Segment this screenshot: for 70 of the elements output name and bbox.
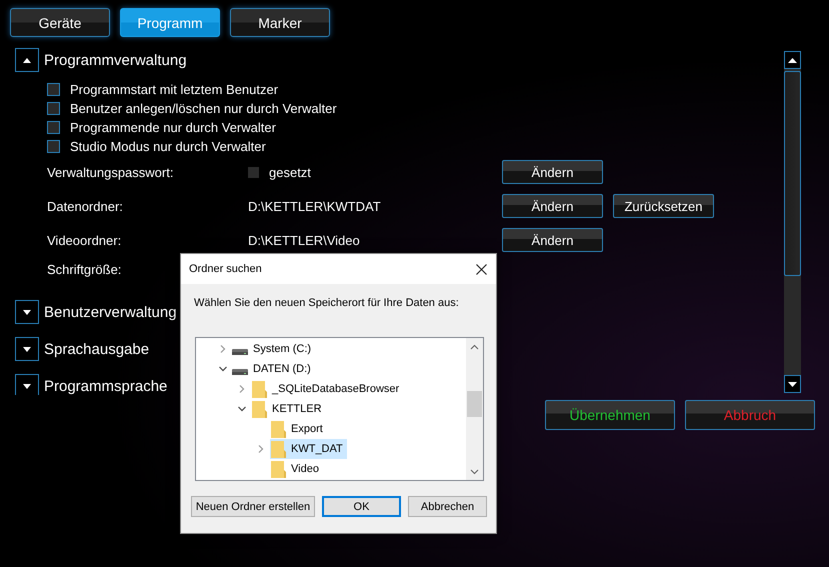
scroll-down-button[interactable] — [784, 375, 801, 393]
tree-item[interactable]: Export — [270, 419, 327, 439]
apply-button[interactable]: Übernehmen — [545, 400, 675, 430]
expander-button[interactable] — [15, 374, 39, 395]
dialog-button[interactable]: Neuen Ordner erstellen — [191, 496, 315, 517]
chevron-right-icon[interactable] — [238, 385, 246, 393]
expander-button[interactable] — [15, 300, 39, 324]
option-label: Benutzer anlegen/löschen nur durch Verwalter — [70, 100, 337, 116]
folder-path: D:\KETTLER\KWTDAT — [248, 198, 381, 214]
option-label: Programmende nur durch Verwalter — [70, 120, 276, 134]
checkbox[interactable] — [47, 120, 60, 134]
collapse-icon — [23, 58, 31, 62]
section-title: Programmsprache — [44, 378, 168, 394]
tab[interactable]: Geräte — [10, 8, 110, 37]
dialog-button[interactable]: Abbrechen — [408, 496, 487, 517]
dialog-prompt: Wählen Sie den neuen Speicherort für Ihre Daten aus: — [194, 297, 459, 309]
expand-icon — [23, 310, 31, 314]
folder-icon — [251, 380, 267, 398]
chevron-down-icon[interactable] — [218, 365, 226, 373]
tab[interactable]: Marker — [230, 8, 330, 37]
expand-icon — [23, 346, 31, 352]
scrollbar-thumb[interactable] — [467, 391, 482, 417]
scroll-up-button[interactable] — [784, 51, 801, 69]
tab[interactable]: Programm — [120, 8, 220, 37]
chevron-right-icon[interactable] — [256, 445, 264, 453]
status-text: gesetzt — [269, 164, 311, 180]
down-arrow-icon — [788, 382, 797, 386]
setting-button[interactable]: Ändern — [502, 194, 603, 218]
up-arrow-icon — [788, 58, 797, 62]
section-title: Programmverwaltung — [44, 52, 187, 68]
checkbox[interactable] — [47, 102, 60, 114]
tree-item[interactable]: _SQLiteDatabaseBrowser — [251, 379, 404, 399]
folder-icon — [270, 460, 286, 478]
scrollbar-thumb[interactable] — [784, 71, 801, 276]
option-label: Studio Modus nur durch Verwalter — [70, 138, 266, 154]
close-icon — [476, 264, 487, 274]
folder-icon — [270, 440, 286, 458]
checkbox[interactable] — [47, 82, 60, 96]
tree-item[interactable]: KETTLER — [251, 399, 326, 419]
expander-button[interactable] — [15, 337, 39, 361]
tree-item[interactable]: DATEN (D:) — [232, 359, 315, 379]
setting-button[interactable]: Ändern — [502, 228, 603, 252]
option-label: Programmstart mit letztem Benutzer — [70, 82, 278, 96]
chevron-right-icon[interactable] — [218, 345, 226, 353]
close-button[interactable] — [476, 264, 487, 274]
tree-item[interactable]: System (C:) — [232, 339, 316, 359]
folder-icon — [270, 420, 286, 438]
tree-item[interactable]: Video — [270, 459, 323, 479]
setting-label: Videoordner: — [47, 232, 122, 248]
drive-icon — [232, 369, 248, 375]
tree-item[interactable]: KWT_DAT — [270, 439, 347, 459]
section-title: Sprachausgabe — [44, 340, 150, 358]
expand-icon — [23, 384, 31, 388]
setting-label: Datenordner: — [47, 198, 123, 214]
folder-icon — [251, 400, 267, 418]
cancel-button[interactable]: Abbruch — [685, 400, 815, 430]
section-title: Benutzerverwaltung — [44, 304, 177, 320]
dialog-title: Ordner suchen — [189, 263, 262, 275]
scrollbar[interactable] — [466, 338, 483, 480]
status-checkbox[interactable] — [248, 166, 259, 178]
drive-icon — [232, 349, 248, 355]
expander-button[interactable] — [15, 48, 39, 72]
dialog-button[interactable]: OK — [322, 496, 401, 517]
setting-label: Verwaltungspasswort: — [47, 164, 174, 180]
checkbox[interactable] — [47, 140, 60, 152]
setting-button[interactable]: Ändern — [502, 160, 603, 184]
folder-path: D:\KETTLER\Video — [248, 232, 360, 248]
chevron-down-icon[interactable] — [238, 405, 246, 413]
setting-button[interactable]: Zurücksetzen — [613, 194, 714, 218]
setting-label: Schriftgröße: — [47, 262, 122, 276]
